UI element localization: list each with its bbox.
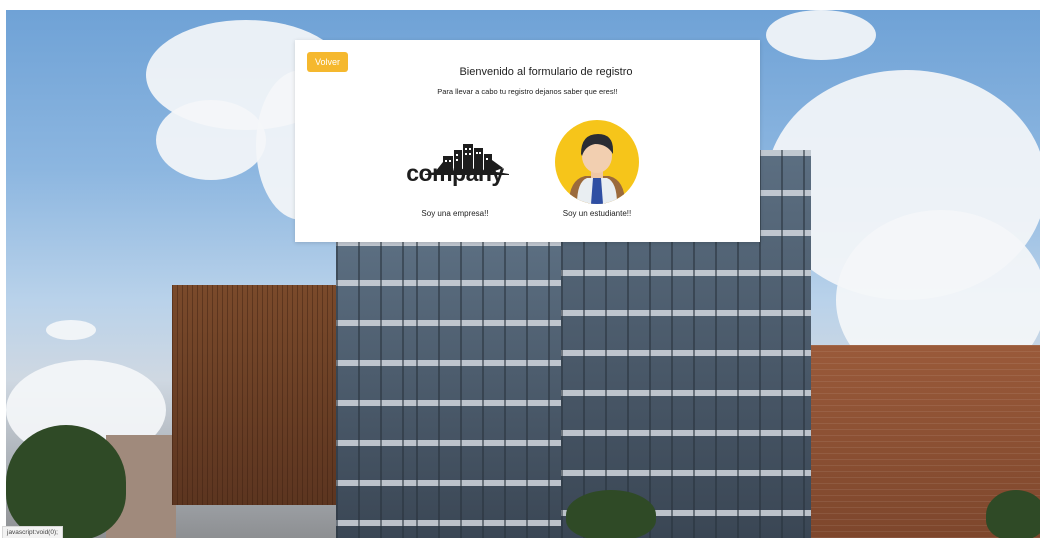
company-option[interactable]: company Soy una empresa!! xyxy=(385,120,525,230)
dialog-title: Bienvenido al formulario de registro xyxy=(459,66,633,78)
company-logo-text: company xyxy=(406,160,504,186)
back-button[interactable]: Volver xyxy=(307,52,349,72)
dialog-subtitle: Para llevar a cabo tu registro dejanos s… xyxy=(437,87,618,96)
browser-status-link: javascript:void(0); xyxy=(2,526,63,538)
company-option-label: Soy una empresa!! xyxy=(421,209,489,218)
student-avatar-icon xyxy=(555,120,639,204)
student-option-label: Soy un estudiante!! xyxy=(562,209,632,218)
student-option[interactable]: Soy un estudiante!! xyxy=(527,120,667,230)
registration-dialog: Volver Bienvenido al formulario de regis… xyxy=(295,40,760,242)
